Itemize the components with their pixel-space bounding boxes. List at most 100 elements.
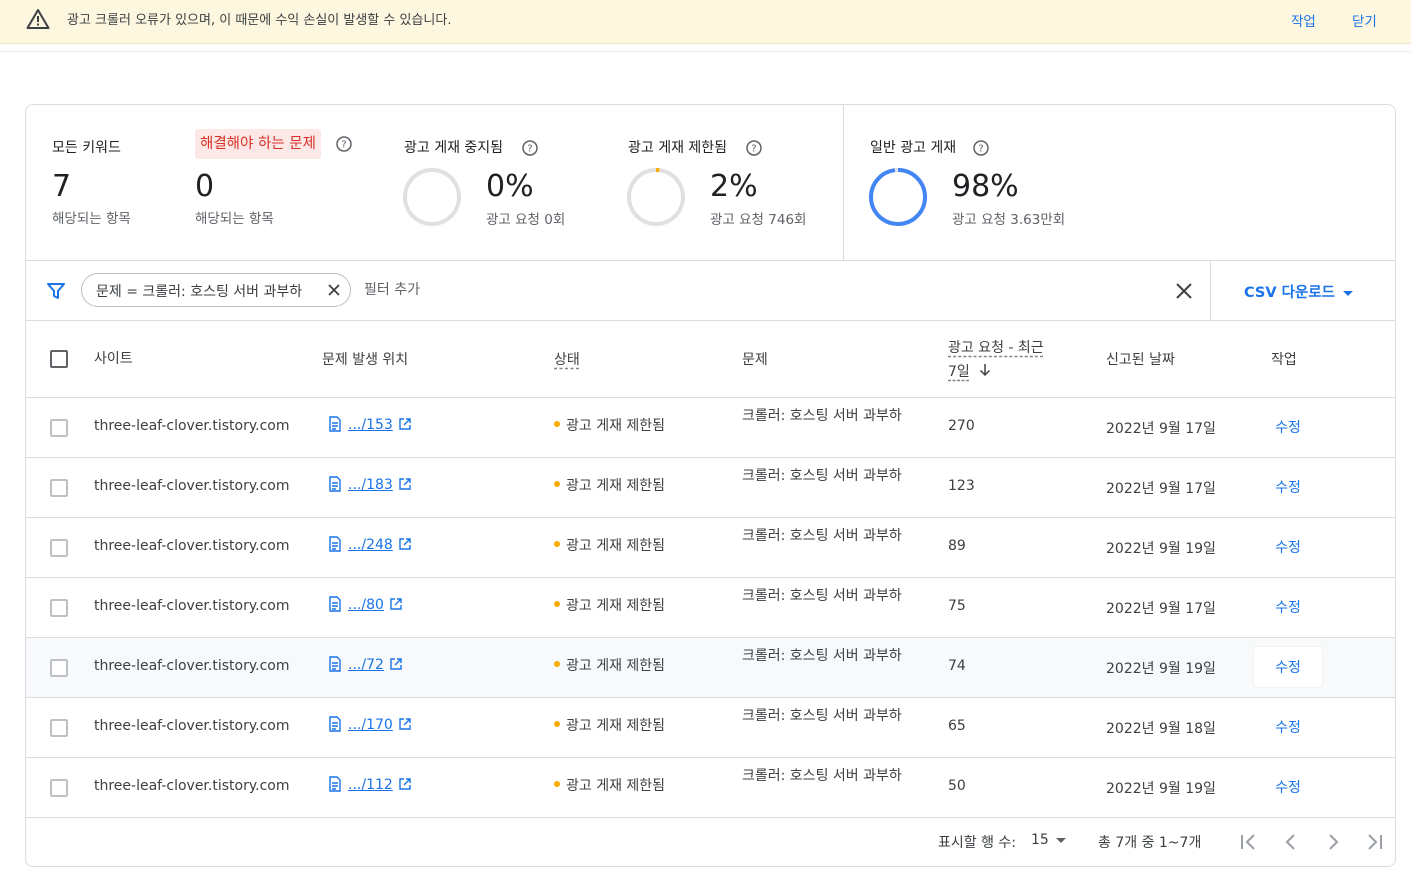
select-all-checkbox[interactable] <box>50 350 68 368</box>
help-icon[interactable]: ? <box>336 136 352 152</box>
location-link[interactable]: .../183 <box>328 476 412 493</box>
header-status[interactable]: 상태 <box>554 349 580 369</box>
row-checkbox[interactable] <box>50 479 68 497</box>
close-icon[interactable] <box>1174 281 1194 301</box>
edit-button[interactable]: 수정 <box>1254 527 1322 567</box>
header-reported-date[interactable]: 신고된 날짜 <box>1106 349 1175 369</box>
chevron-right-icon[interactable] <box>1321 830 1345 854</box>
limited-value: 2% <box>710 169 758 204</box>
site-cell: three-leaf-clover.tistory.com <box>94 658 290 674</box>
all-keywords-label[interactable]: 모든 키워드 <box>52 137 121 157</box>
banner-close-button[interactable]: 닫기 <box>1352 10 1377 30</box>
status-badge: 광고 게재 제한됨 <box>554 415 665 435</box>
rows-per-page-select[interactable]: 15 <box>1031 832 1049 848</box>
header-location[interactable]: 문제 발생 위치 <box>322 349 408 369</box>
filter-bar: 문제 = 크롤러: 호스팅 서버 과부하 필터 추가 CSV 다운로드 <box>26 261 1395 321</box>
divider <box>1210 261 1211 321</box>
help-icon[interactable]: ? <box>973 140 989 156</box>
header-problem[interactable]: 문제 <box>742 349 768 369</box>
requests-cell: 74 <box>948 658 966 674</box>
stopped-label[interactable]: 광고 게재 중지됨 <box>404 137 503 157</box>
table-row: three-leaf-clover.tistory.com .../183 광고… <box>26 458 1395 518</box>
header-requests-line2[interactable]: 7일 <box>948 361 970 381</box>
table-header: 사이트 문제 발생 위치 상태 문제 광고 요청 - 최근 7일 신고된 날짜 … <box>26 321 1395 398</box>
problem-cell: 크롤러: 호스팅 서버 과부하 <box>742 768 902 784</box>
limited-label[interactable]: 광고 게재 제한됨 <box>628 137 727 157</box>
location-link[interactable]: .../112 <box>328 776 412 793</box>
filter-icon[interactable] <box>46 281 66 301</box>
help-icon[interactable]: ? <box>522 140 538 156</box>
location-label: .../72 <box>348 657 384 673</box>
problem-cell: 크롤러: 호스팅 서버 과부하 <box>742 648 902 664</box>
pagination: 표시할 행 수: 15 총 7개 중 1~7개 <box>26 816 1395 866</box>
problem-cell: 크롤러: 호스팅 서버 과부하 <box>742 468 902 484</box>
location-link[interactable]: .../72 <box>328 656 403 673</box>
help-icon[interactable]: ? <box>746 140 762 156</box>
open-in-new-icon <box>390 598 402 610</box>
caret-down-icon[interactable] <box>1056 838 1066 843</box>
table-row: three-leaf-clover.tistory.com .../72 광고 … <box>26 638 1395 698</box>
svg-text:?: ? <box>341 140 346 151</box>
row-checkbox[interactable] <box>50 539 68 557</box>
document-icon <box>329 596 341 612</box>
edit-button[interactable]: 수정 <box>1254 407 1322 447</box>
date-cell: 2022년 9월 19일 <box>1106 661 1216 677</box>
last-page-icon[interactable] <box>1363 830 1387 854</box>
issues-label[interactable]: 해결해야 하는 문제 <box>195 129 321 159</box>
csv-download-button[interactable]: CSV 다운로드 <box>1244 281 1353 302</box>
requests-cell: 270 <box>948 418 975 434</box>
stopped-value: 0% <box>486 169 534 204</box>
row-checkbox[interactable] <box>50 719 68 737</box>
requests-cell: 123 <box>948 478 975 494</box>
row-checkbox[interactable] <box>50 419 68 437</box>
status-dot <box>554 481 560 487</box>
requests-cell: 50 <box>948 778 966 794</box>
location-label: .../112 <box>348 777 393 793</box>
chevron-left-icon[interactable] <box>1279 830 1303 854</box>
location-link[interactable]: .../153 <box>328 416 412 433</box>
edit-button[interactable]: 수정 <box>1254 767 1322 807</box>
svg-text:?: ? <box>527 144 532 155</box>
edit-button[interactable]: 수정 <box>1254 587 1322 627</box>
all-keywords-value: 7 <box>52 169 72 204</box>
edit-button[interactable]: 수정 <box>1254 647 1322 687</box>
edit-button[interactable]: 수정 <box>1254 467 1322 507</box>
status-label: 광고 게재 제한됨 <box>566 478 666 494</box>
location-link[interactable]: .../80 <box>328 596 403 613</box>
first-page-icon[interactable] <box>1236 830 1260 854</box>
row-checkbox[interactable] <box>50 659 68 677</box>
site-cell: three-leaf-clover.tistory.com <box>94 418 290 434</box>
row-checkbox[interactable] <box>50 779 68 797</box>
filter-chip-label: 문제 = 크롤러: 호스팅 서버 과부하 <box>96 284 303 300</box>
location-link[interactable]: .../170 <box>328 716 412 733</box>
document-icon <box>329 656 341 672</box>
status-badge: 광고 게재 제한됨 <box>554 535 665 555</box>
open-in-new-icon <box>399 478 411 490</box>
document-icon <box>329 776 341 792</box>
header-site[interactable]: 사이트 <box>94 348 133 368</box>
status-dot <box>554 661 560 667</box>
issues-value: 0 <box>195 169 215 204</box>
date-cell: 2022년 9월 18일 <box>1106 721 1216 737</box>
divider <box>843 105 844 261</box>
filter-chip[interactable]: 문제 = 크롤러: 호스팅 서버 과부하 <box>81 273 351 307</box>
status-badge: 광고 게재 제한됨 <box>554 475 665 495</box>
svg-text:?: ? <box>751 144 756 155</box>
edit-button[interactable]: 수정 <box>1254 707 1322 747</box>
document-icon <box>329 536 341 552</box>
issues-card: 모든 키워드 7 해당되는 항목 해결해야 하는 문제 ? 0 해당되는 항목 … <box>25 104 1396 867</box>
location-label: .../80 <box>348 597 384 613</box>
close-icon[interactable] <box>326 282 342 298</box>
normal-label[interactable]: 일반 광고 게재 <box>870 137 956 157</box>
row-checkbox[interactable] <box>50 599 68 617</box>
banner-action-button[interactable]: 작업 <box>1291 10 1316 30</box>
add-filter-input[interactable]: 필터 추가 <box>364 279 420 299</box>
status-dot <box>554 601 560 607</box>
problem-cell: 크롤러: 호스팅 서버 과부하 <box>742 708 902 724</box>
location-link[interactable]: .../248 <box>328 536 412 553</box>
site-cell: three-leaf-clover.tistory.com <box>94 778 290 794</box>
status-dot <box>554 781 560 787</box>
open-in-new-icon <box>399 778 411 790</box>
header-requests[interactable]: 광고 요청 - 최근 <box>948 337 1044 357</box>
date-cell: 2022년 9월 17일 <box>1106 421 1216 437</box>
